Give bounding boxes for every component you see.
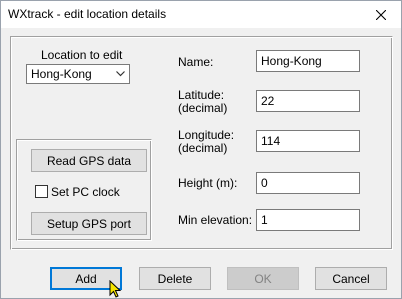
- set-pc-clock-label: Set PC clock: [51, 185, 120, 199]
- name-label: Name:: [178, 55, 214, 69]
- cancel-button[interactable]: Cancel: [315, 267, 387, 290]
- height-label: Height (m):: [178, 176, 238, 190]
- longitude-label: Longitude:: [178, 128, 235, 142]
- window-title: WXtrack - edit location details: [8, 7, 167, 21]
- latitude-unit-label: (decimal): [178, 101, 228, 115]
- location-to-edit-label: Location to edit: [41, 48, 123, 62]
- close-button[interactable]: [361, 1, 401, 28]
- name-field[interactable]: [256, 50, 360, 72]
- dialog-window: WXtrack - edit location details Location…: [0, 0, 402, 299]
- ok-button[interactable]: OK: [227, 267, 299, 290]
- latitude-field[interactable]: [256, 90, 360, 112]
- read-gps-data-button[interactable]: Read GPS data: [31, 149, 147, 172]
- setup-gps-port-button[interactable]: Setup GPS port: [31, 212, 147, 235]
- close-icon: [376, 9, 386, 20]
- location-select[interactable]: Hong-Kong: [26, 64, 130, 84]
- height-field[interactable]: [256, 172, 360, 194]
- delete-button[interactable]: Delete: [139, 267, 211, 290]
- longitude-field[interactable]: [256, 130, 360, 152]
- chevron-down-icon: [116, 71, 125, 77]
- min-elevation-label: Min elevation:: [178, 213, 253, 227]
- latitude-label: Latitude:: [178, 88, 225, 102]
- mouse-pointer-icon: [109, 280, 122, 298]
- location-select-value: Hong-Kong: [31, 67, 92, 81]
- title-bar: WXtrack - edit location details: [1, 1, 401, 28]
- longitude-unit-label: (decimal): [178, 141, 228, 155]
- min-elevation-field[interactable]: [256, 209, 360, 231]
- set-pc-clock-checkbox[interactable]: [35, 185, 48, 198]
